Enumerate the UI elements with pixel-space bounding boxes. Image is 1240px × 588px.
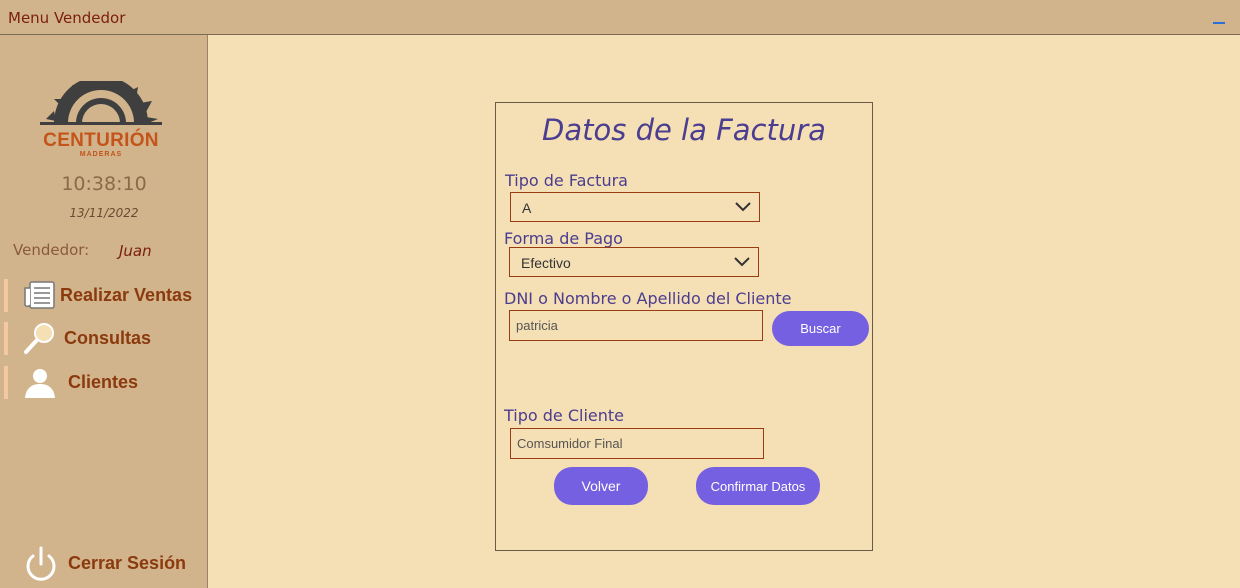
invoice-type-label: Tipo de Factura (505, 171, 628, 190)
power-icon (26, 546, 56, 581)
payment-method-value: Efectivo (521, 255, 571, 271)
minimize-button[interactable] (1212, 10, 1226, 26)
invoice-type-select[interactable]: A (510, 192, 760, 222)
logout-button[interactable]: Cerrar Sesión (22, 545, 208, 585)
clock-date: 13/11/2022 (69, 206, 139, 220)
saw-blade-icon (40, 76, 162, 125)
sidebar-item-label: Clientes (68, 372, 139, 392)
payment-method-select[interactable]: Efectivo (509, 247, 759, 277)
vendor-label: Vendedor: (13, 241, 90, 259)
chevron-down-icon (734, 257, 750, 267)
invoice-form-panel: Datos de la Factura Tipo de Factura A Fo… (495, 102, 873, 551)
sidebar-item-clientes[interactable]: Clientes (4, 366, 208, 399)
chevron-down-icon (735, 202, 751, 212)
client-search-input[interactable] (509, 310, 763, 341)
sidebar-item-label: Realizar Ventas (60, 285, 193, 305)
magnifier-icon (24, 323, 54, 354)
brand-name: CENTURIÓN (43, 130, 159, 151)
clock-time: 10:38:10 (61, 173, 147, 195)
user-icon (25, 369, 55, 398)
sidebar-item-consultas[interactable]: Consultas (4, 322, 208, 355)
brand-subtitle: MADERAS (79, 151, 123, 158)
vendor-name: Juan (119, 242, 152, 260)
payment-method-label: Forma de Pago (504, 229, 623, 248)
client-type-field[interactable] (510, 428, 764, 459)
sidebar-item-label: Consultas (64, 328, 152, 348)
title-bar: Menu Vendedor (0, 0, 1240, 35)
window-title: Menu Vendedor (8, 9, 126, 27)
invoice-type-value: A (522, 200, 532, 216)
sidebar-item-realizar-ventas[interactable]: Realizar Ventas (4, 279, 208, 312)
company-logo: CENTURIÓN MADERAS (36, 76, 166, 163)
search-button[interactable]: Buscar (772, 311, 869, 346)
newspaper-icon (24, 281, 55, 309)
back-button[interactable]: Volver (554, 467, 648, 505)
client-type-label: Tipo de Cliente (504, 406, 625, 425)
logout-label: Cerrar Sesión (68, 553, 187, 573)
confirm-button[interactable]: Confirmar Datos (696, 467, 820, 505)
client-search-label: DNI o Nombre o Apellido del Cliente (504, 289, 792, 308)
form-title: Datos de la Factura (542, 113, 826, 147)
sidebar: CENTURIÓN MADERAS 10:38:10 13/11/2022 Ve… (0, 35, 208, 588)
